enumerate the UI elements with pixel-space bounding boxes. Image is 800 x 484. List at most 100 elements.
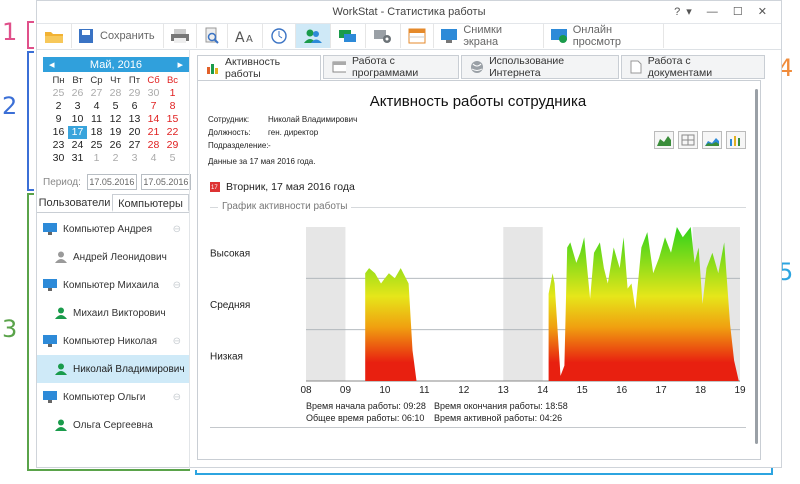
settings-pc-button[interactable] [366,24,401,48]
report-scrollbar[interactable] [755,89,758,444]
calendar-day[interactable]: 19 [106,126,125,139]
calendar-day[interactable]: 23 [49,139,68,152]
calendar-day[interactable]: 28 [144,139,163,152]
x-tick-label: 13 [498,385,510,396]
calendar-day[interactable]: 2 [49,100,68,113]
division-label: Подразделение: [208,141,269,150]
calendar-day[interactable]: 4 [87,100,106,113]
calendar-day[interactable]: 11 [87,113,106,126]
splitter[interactable] [189,49,190,469]
tree-user[interactable]: Андрей Леонидович [37,243,189,271]
users-button[interactable] [296,24,331,48]
calendar-day[interactable]: 20 [125,126,144,139]
calendar-day[interactable]: 21 [144,126,163,139]
calendar-day[interactable]: 16 [49,126,68,139]
tree-user[interactable]: Николай Владимирович [37,355,189,383]
calendar-day[interactable]: 4 [144,152,163,165]
calendar-day[interactable]: 30 [144,87,163,100]
preview-button[interactable] [197,24,228,48]
calendar-day[interactable]: 26 [68,87,87,100]
monitors-button[interactable] [331,24,366,48]
calendar-day[interactable]: 30 [49,152,68,165]
window-title: WorkStat - Статистика работы [332,6,486,18]
calendar-day[interactable]: 8 [163,100,182,113]
tree-computer[interactable]: Компьютер Андрея ⊖ [37,215,189,243]
x-tick-label: 12 [458,385,470,396]
users-icon [304,29,322,43]
tree-computer[interactable]: Компьютер Михаила ⊖ [37,271,189,299]
calendar-button[interactable] [401,24,434,48]
collapse-icon[interactable]: ⊖ [173,280,181,291]
calendar-day[interactable]: 25 [49,87,68,100]
print-button[interactable] [164,24,197,48]
screenshots-button[interactable]: Снимки экрана [434,24,544,48]
calendar-day[interactable]: 13 [125,113,144,126]
collapse-icon[interactable]: ⊖ [173,224,181,235]
calendar-day[interactable]: 14 [144,113,163,126]
font-button[interactable]: AA [228,24,263,48]
calendar-day[interactable]: 15 [163,113,182,126]
tree-computer[interactable]: Компьютер Ольги ⊖ [37,383,189,411]
tab-activity[interactable]: Активность работы [197,55,321,81]
calendar-day[interactable]: 12 [106,113,125,126]
calendar-day[interactable]: 3 [125,152,144,165]
chart-stacked-button[interactable] [702,131,722,149]
open-button[interactable] [37,24,72,48]
chart-area-button[interactable] [654,131,674,149]
app-window: WorkStat - Статистика работы ?▾ — ☐ ✕ Со… [36,0,782,469]
tab-users[interactable]: Пользователи [37,194,112,212]
calendar-day[interactable]: 31 [68,152,87,165]
time-button[interactable] [263,24,296,48]
save-button[interactable]: Сохранить [72,24,164,48]
calendar-day[interactable]: 1 [87,152,106,165]
calendar-day[interactable]: 25 [87,139,106,152]
calendar-day[interactable]: 29 [163,139,182,152]
period-from-field[interactable]: 17.05.2016 [86,174,137,190]
calendar-month[interactable]: Май, 2016 [90,59,142,71]
next-month-button[interactable]: ▸ [177,58,183,71]
x-tick-label: 18 [695,385,707,396]
calendar-day[interactable]: 29 [125,87,144,100]
tab-documents[interactable]: Работа с документами [621,55,765,79]
chart-bar-button[interactable] [726,131,746,149]
chart-grid-button[interactable] [678,131,698,149]
tree-computer[interactable]: Компьютер Николая ⊖ [37,327,189,355]
collapse-icon[interactable]: ⊖ [173,392,181,403]
tab-computers[interactable]: Компьютеры [112,194,189,212]
calendar-day[interactable]: 27 [87,87,106,100]
period-to-field[interactable]: 17.05.2016 [140,174,191,190]
calendar-day[interactable]: 28 [106,87,125,100]
calendar-day[interactable]: 27 [125,139,144,152]
tab-programs[interactable]: Работа с программами [323,55,459,79]
x-tick-label: 08 [300,385,312,396]
period-label: Период: [43,176,81,188]
calendar-day[interactable]: 9 [49,113,68,126]
calendar-day[interactable]: 2 [106,152,125,165]
calendar-day[interactable]: 17 [68,126,87,139]
offhours-band [503,227,543,381]
total-label: Общее время работы: [306,413,400,423]
calendar-day[interactable]: 24 [68,139,87,152]
calendar-day[interactable]: 22 [163,126,182,139]
window-controls[interactable]: ?▾ — ☐ ✕ [674,1,773,23]
start-label: Время начала работы: [306,401,401,411]
calendar-day[interactable]: 6 [125,100,144,113]
collapse-icon[interactable]: ⊖ [173,336,181,347]
user-icon [55,363,67,375]
online-view-button[interactable]: Онлайн просмотр [544,24,664,48]
calendar-day[interactable]: 18 [87,126,106,139]
prev-month-button[interactable]: ◂ [49,58,55,71]
calendar-day[interactable]: 3 [68,100,87,113]
calendar-day[interactable]: 26 [106,139,125,152]
calendar-day[interactable]: 7 [144,100,163,113]
tree-user[interactable]: Михаил Викторович [37,299,189,327]
computer-tree: Компьютер Андрея ⊖ Андрей Леонидович Компью… [37,215,189,439]
calendar-day[interactable]: 1 [163,87,182,100]
tree-user[interactable]: Ольга Сергеевна [37,411,189,439]
calendar-day[interactable]: 10 [68,113,87,126]
tab-internet[interactable]: Использование Интернета [461,55,619,79]
calendar-day[interactable]: 5 [106,100,125,113]
screenshots-label: Снимки экрана [463,24,502,48]
report-date-header: Вторник, 17 мая 2016 года [210,181,355,193]
calendar-day[interactable]: 5 [163,152,182,165]
